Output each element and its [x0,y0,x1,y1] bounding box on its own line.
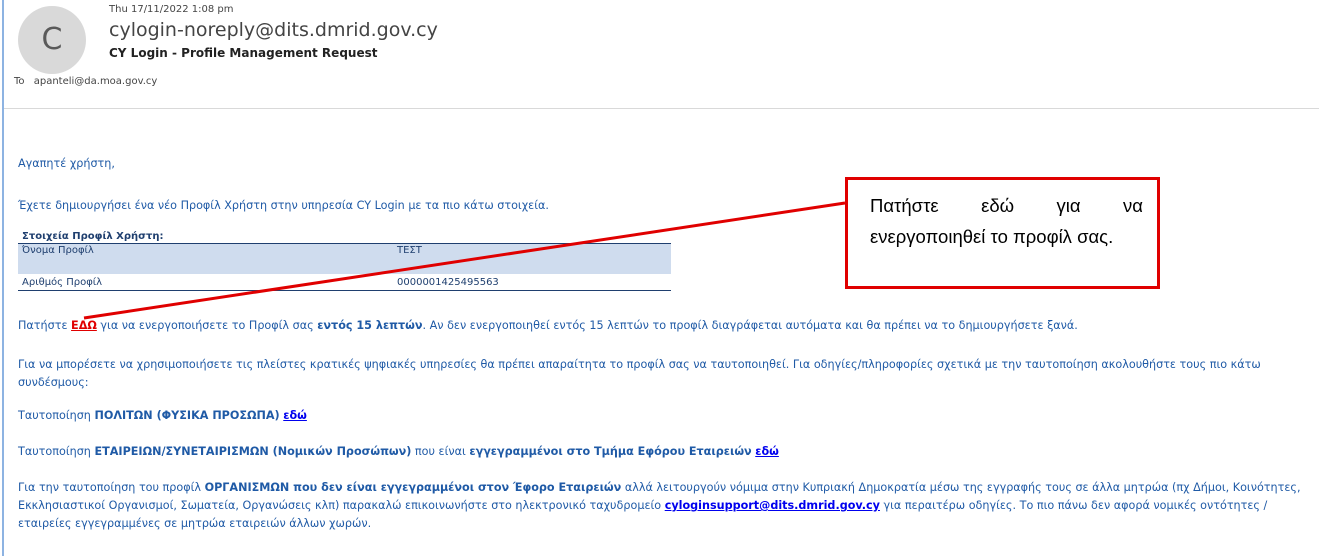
annotation-line [83,201,846,320]
email-reading-pane: C Thu 17/11/2022 1:08 pm cylogin-noreply… [0,0,1319,556]
annotation-callout: Πατήστε εδώ για να ενεργοποιηθεί το προφ… [845,177,1160,289]
